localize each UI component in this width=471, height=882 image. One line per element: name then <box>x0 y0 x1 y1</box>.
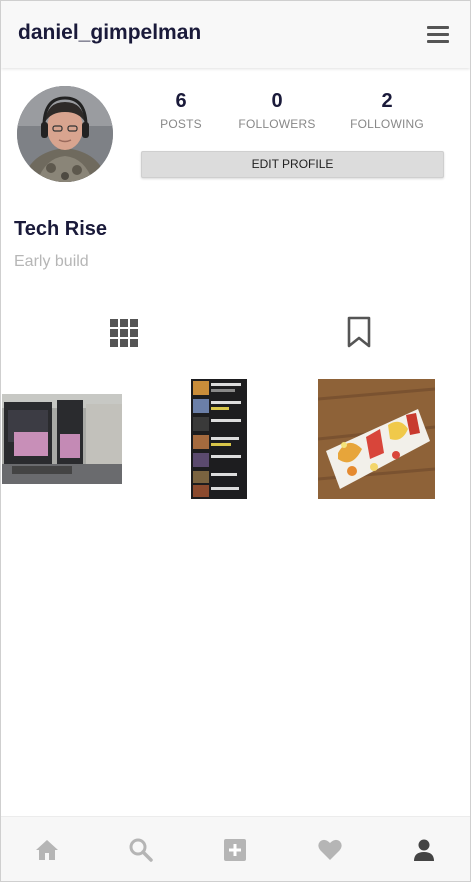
following-count: 2 <box>381 90 393 112</box>
profile-icon[interactable] <box>411 837 437 863</box>
followers-count: 0 <box>271 90 283 112</box>
profile-bio: Early build <box>14 253 89 270</box>
avatar[interactable] <box>17 86 113 182</box>
posts-stat[interactable]: 6 POSTS <box>131 89 231 131</box>
add-post-icon[interactable] <box>222 837 248 863</box>
display-name: Tech Rise <box>14 218 107 240</box>
followers-label: FOLLOWERS <box>238 117 316 131</box>
profile-username: daniel_gimpelman <box>18 21 202 44</box>
search-icon[interactable] <box>128 837 154 863</box>
post-thumbnail[interactable] <box>191 379 247 499</box>
post-thumbnail[interactable] <box>2 394 122 484</box>
edit-profile-button[interactable]: EDIT PROFILE <box>141 151 444 178</box>
grid-icon[interactable] <box>110 319 138 347</box>
followers-stat[interactable]: 0 FOLLOWERS <box>227 89 327 131</box>
heart-icon[interactable] <box>317 837 343 863</box>
post-thumbnail[interactable] <box>318 379 435 499</box>
bookmark-icon[interactable] <box>346 316 372 348</box>
following-label: FOLLOWING <box>350 117 424 131</box>
top-bar: daniel_gimpelman <box>1 1 470 68</box>
posts-label: POSTS <box>160 117 202 131</box>
app-frame: daniel_gimpelman 6 POSTS 0 FOLLOWERS 2 F… <box>0 0 471 882</box>
hamburger-menu-icon[interactable] <box>427 26 449 43</box>
following-stat[interactable]: 2 FOLLOWING <box>337 89 437 131</box>
bottom-nav <box>1 816 470 881</box>
posts-count: 6 <box>175 90 187 112</box>
home-icon[interactable] <box>34 837 60 863</box>
